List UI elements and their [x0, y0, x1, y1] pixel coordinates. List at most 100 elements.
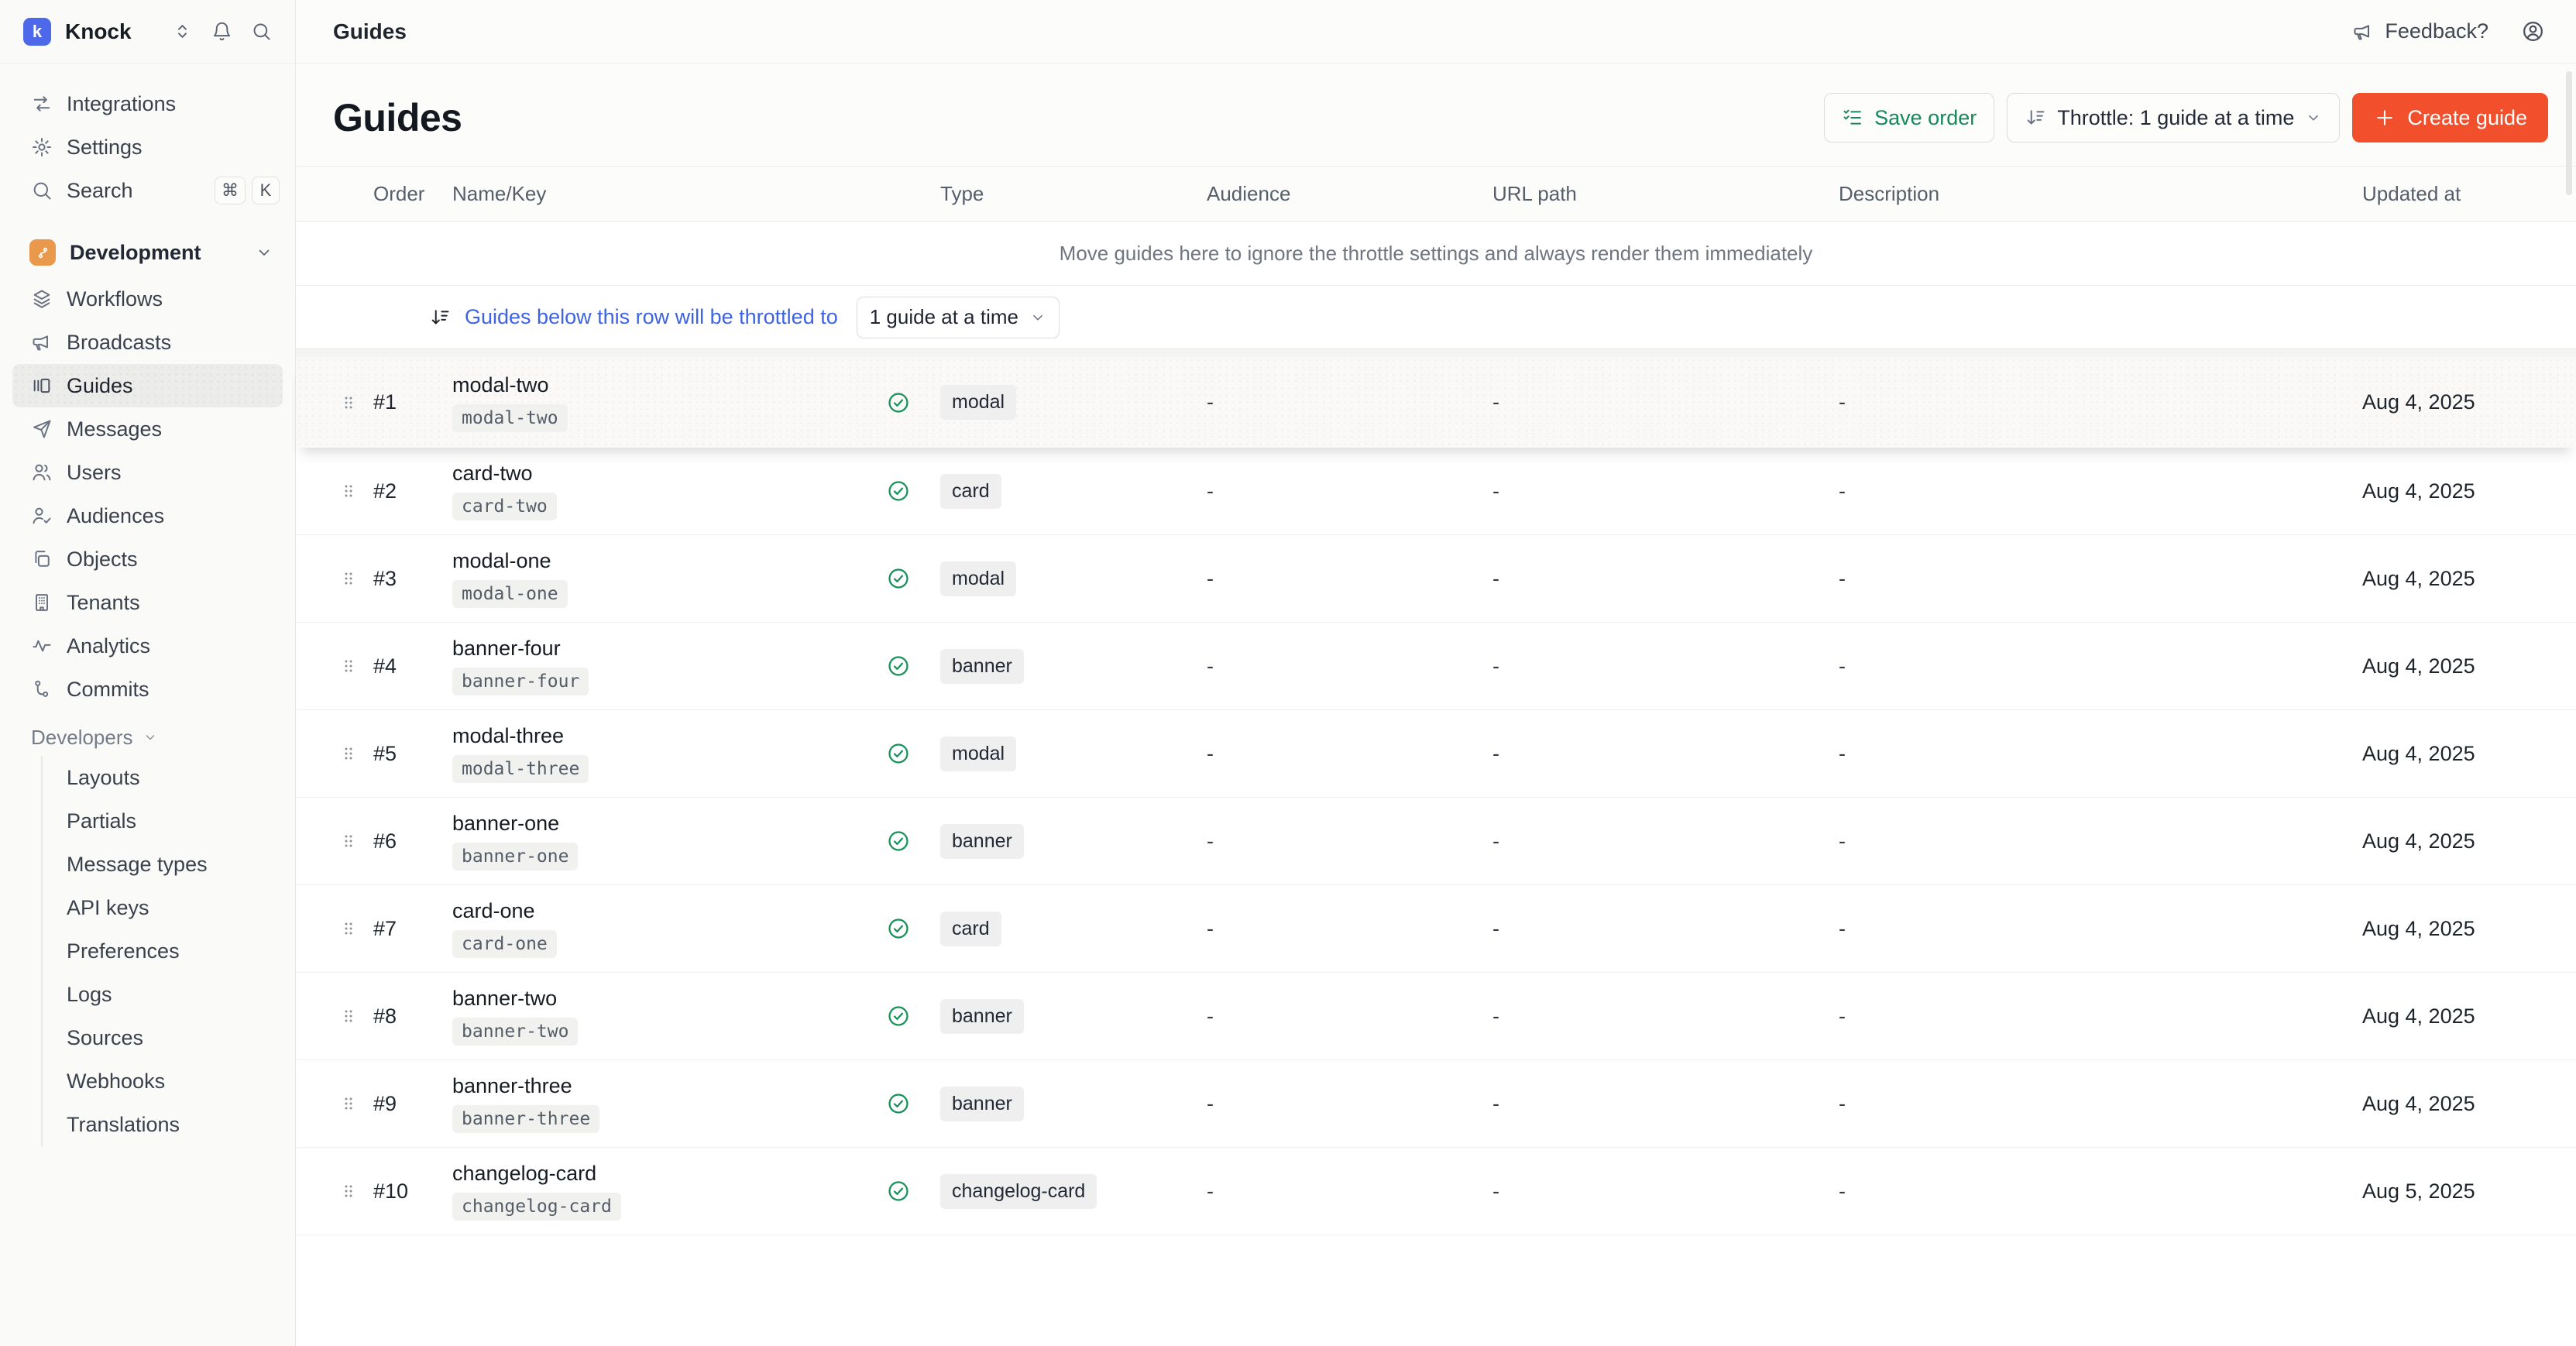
guide-type-badge: banner: [940, 824, 1024, 859]
sidebar-item-guides[interactable]: Guides: [12, 364, 283, 407]
drag-handle-icon: [339, 568, 358, 589]
ignore-throttle-drop-zone[interactable]: Move guides here to ignore the throttle …: [296, 221, 2576, 286]
guide-description: -: [1839, 1092, 2362, 1116]
drag-handle[interactable]: [339, 568, 373, 589]
guide-key-badge: banner-four: [452, 668, 589, 695]
guide-order: #1: [373, 390, 452, 414]
column-header-description: Description: [1839, 182, 2362, 206]
guide-name: banner-one: [452, 812, 559, 836]
user-check-icon: [31, 505, 53, 527]
account-menu-button[interactable]: [2521, 19, 2545, 43]
guide-row-modal-one[interactable]: #3modal-onemodal-onemodal---Aug 4, 2025: [296, 535, 2576, 623]
throttle-divider-text[interactable]: Guides below this row will be throttled …: [465, 305, 838, 329]
column-header-audience: Audience: [1207, 182, 1492, 206]
column-header-name-key: Name/Key: [452, 182, 886, 206]
drag-handle[interactable]: [339, 1005, 373, 1027]
sidebar-subitem-layouts[interactable]: Layouts: [43, 756, 295, 799]
throttle-value-dropdown[interactable]: 1 guide at a time: [857, 297, 1060, 338]
guide-order: #4: [373, 654, 452, 678]
chevron-down-icon-wrap: [143, 730, 158, 745]
vertical-scrollbar[interactable]: [2566, 71, 2572, 195]
developers-section-toggle[interactable]: Developers: [0, 719, 295, 756]
guide-row-changelog-card[interactable]: #10changelog-cardchangelog-cardchangelog…: [296, 1148, 2576, 1235]
guide-row-modal-three[interactable]: #5modal-threemodal-threemodal---Aug 4, 2…: [296, 710, 2576, 798]
guide-row-card-one[interactable]: #7card-onecard-onecard---Aug 4, 2025: [296, 885, 2576, 973]
notifications-button[interactable]: [211, 21, 232, 42]
sidebar-item-search[interactable]: Search⌘K: [0, 169, 295, 212]
git-branch-icon: [35, 245, 51, 261]
drag-handle[interactable]: [339, 743, 373, 764]
guide-url-path: -: [1492, 567, 1839, 591]
sidebar-item-broadcasts[interactable]: Broadcasts: [0, 321, 295, 364]
sidebar-subitem-api-keys[interactable]: API keys: [43, 886, 295, 929]
copy-icon: [31, 548, 53, 570]
workspace-switcher-button[interactable]: [172, 21, 193, 42]
guide-description: -: [1839, 567, 2362, 591]
feedback-button[interactable]: Feedback?: [2352, 19, 2488, 43]
drag-handle[interactable]: [339, 830, 373, 852]
guide-row-banner-four[interactable]: #4banner-fourbanner-fourbanner---Aug 4, …: [296, 623, 2576, 710]
sidebar-subitem-partials[interactable]: Partials: [43, 799, 295, 843]
guide-name-cell: modal-twomodal-two: [452, 373, 886, 432]
guide-order: #10: [373, 1179, 452, 1204]
guide-type-cell: card: [940, 474, 1207, 509]
user-circle-icon: [2521, 19, 2545, 43]
guide-updated-at: Aug 4, 2025: [2362, 390, 2545, 414]
sidebar-item-workflows[interactable]: Workflows: [0, 277, 295, 321]
environment-switcher[interactable]: Development: [0, 228, 295, 277]
sidebar-item-integrations[interactable]: Integrations: [0, 82, 295, 125]
sidebar-item-audiences[interactable]: Audiences: [0, 494, 295, 537]
drag-handle[interactable]: [339, 392, 373, 414]
guide-audience: -: [1207, 479, 1492, 503]
drag-handle-icon: [339, 918, 358, 939]
sidebar-subitem-logs[interactable]: Logs: [43, 973, 295, 1016]
sidebar-item-commits[interactable]: Commits: [0, 668, 295, 711]
drag-handle[interactable]: [339, 918, 373, 939]
guide-updated-at: Aug 4, 2025: [2362, 479, 2545, 503]
guide-key-badge: banner-two: [452, 1018, 578, 1046]
environment-icon-wrap: [29, 239, 56, 266]
drag-handle[interactable]: [339, 1093, 373, 1114]
save-order-label: Save order: [1874, 106, 1977, 130]
guide-updated-at: Aug 4, 2025: [2362, 742, 2545, 766]
drag-handle[interactable]: [339, 1180, 373, 1202]
guide-order: #5: [373, 742, 452, 766]
sidebar-item-tenants[interactable]: Tenants: [0, 581, 295, 624]
sidebar-item-settings[interactable]: Settings: [0, 125, 295, 169]
guide-audience: -: [1207, 917, 1492, 941]
guide-row-banner-two[interactable]: #8banner-twobanner-twobanner---Aug 4, 20…: [296, 973, 2576, 1060]
guide-row-banner-one[interactable]: #6banner-onebanner-onebanner---Aug 4, 20…: [296, 798, 2576, 885]
sidebar: k Knock IntegrationsSettingsSearch⌘K Dev…: [0, 0, 296, 1346]
sidebar-item-analytics[interactable]: Analytics: [0, 624, 295, 668]
guide-status: [886, 390, 940, 415]
guide-row-banner-three[interactable]: #9banner-threebanner-threebanner---Aug 4…: [296, 1060, 2576, 1148]
sidebar-item-label: Commits: [67, 678, 149, 702]
guide-row-modal-two[interactable]: #1modal-twomodal-twomodal---Aug 4, 2025: [296, 357, 2576, 448]
guide-url-path: -: [1492, 1004, 1839, 1028]
sidebar-subitem-webhooks[interactable]: Webhooks: [43, 1059, 295, 1103]
sidebar-subitem-translations[interactable]: Translations: [43, 1103, 295, 1146]
throttle-dropdown-button[interactable]: Throttle: 1 guide at a time: [2007, 93, 2340, 142]
drag-handle[interactable]: [339, 655, 373, 677]
save-order-button[interactable]: Save order: [1824, 93, 1994, 142]
megaphone-icon: [2352, 21, 2374, 43]
sidebar-subitem-preferences[interactable]: Preferences: [43, 929, 295, 973]
guide-updated-at: Aug 4, 2025: [2362, 1092, 2545, 1116]
guide-status: [886, 829, 940, 853]
sidebar-subitem-sources[interactable]: Sources: [43, 1016, 295, 1059]
guide-row-card-two[interactable]: #2card-twocard-twocard---Aug 4, 2025: [296, 448, 2576, 535]
page-actions: Save order Throttle: 1 guide at a time C…: [1824, 93, 2548, 142]
table-footer-space: [296, 1235, 2576, 1346]
sidebar-item-label: Tenants: [67, 591, 140, 615]
create-guide-button[interactable]: Create guide: [2352, 93, 2548, 142]
guide-audience: -: [1207, 1004, 1492, 1028]
guide-name: banner-two: [452, 987, 557, 1011]
sidebar-item-objects[interactable]: Objects: [0, 537, 295, 581]
drag-handle[interactable]: [339, 480, 373, 502]
guide-description: -: [1839, 829, 2362, 853]
sidebar-item-messages[interactable]: Messages: [0, 407, 295, 451]
sidebar-item-users[interactable]: Users: [0, 451, 295, 494]
search-button[interactable]: [251, 21, 272, 42]
sidebar-item-label: Messages: [67, 417, 162, 441]
sidebar-subitem-message-types[interactable]: Message types: [43, 843, 295, 886]
